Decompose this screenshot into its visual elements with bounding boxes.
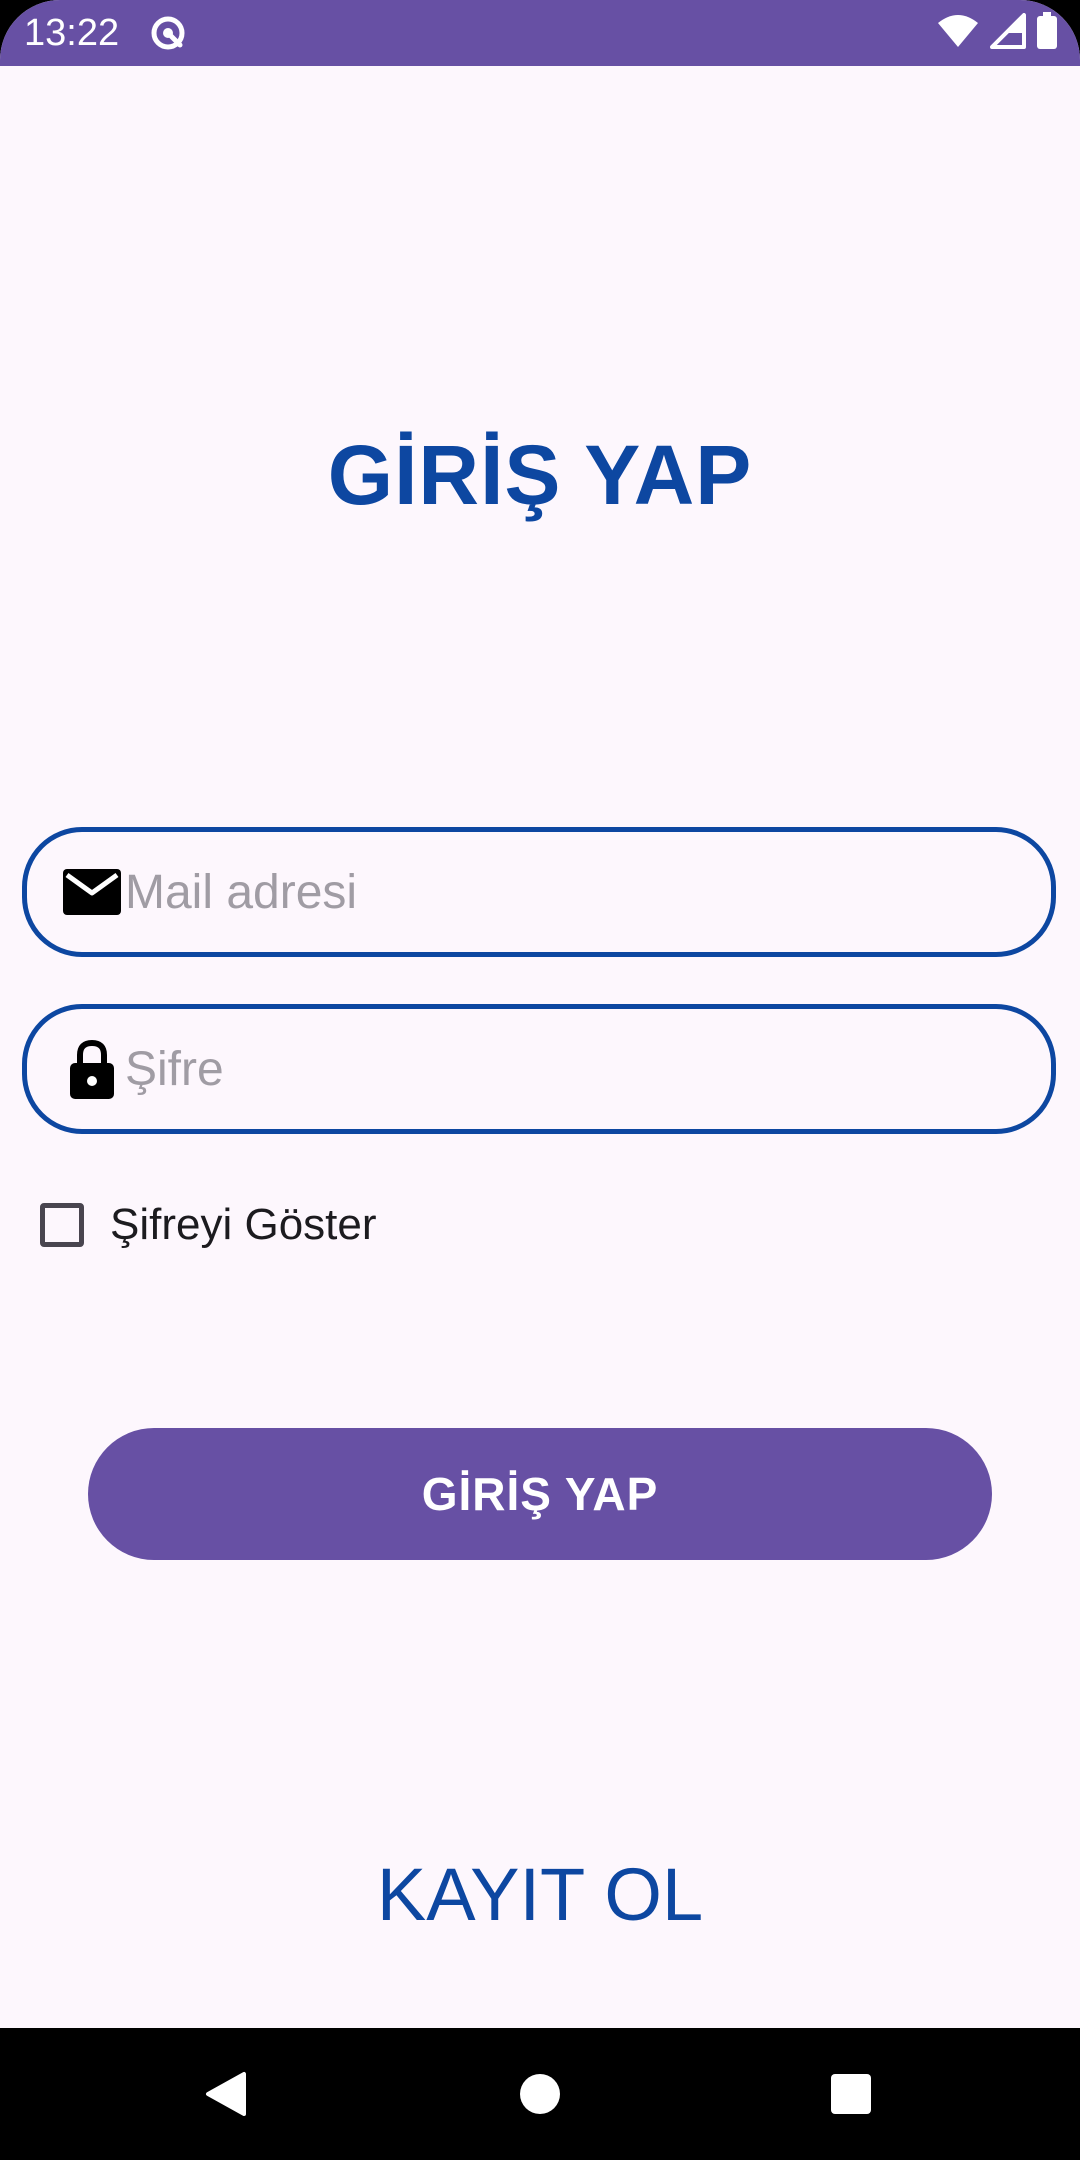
status-bar: 13:22 <box>0 0 1080 66</box>
signal-icon <box>990 12 1026 54</box>
lock-icon <box>63 1039 121 1099</box>
show-password-checkbox[interactable]: Şifreyi Göster <box>40 1195 377 1255</box>
battery-icon <box>1036 11 1058 55</box>
page-title: GİRİŞ YAP <box>327 428 753 522</box>
status-icons <box>936 11 1058 55</box>
recents-icon[interactable] <box>791 2028 911 2160</box>
email-input[interactable] <box>121 832 1021 952</box>
wifi-icon <box>936 13 980 54</box>
mail-icon <box>63 863 121 921</box>
email-field[interactable] <box>22 827 1056 957</box>
checkbox-box[interactable] <box>40 1203 84 1247</box>
show-password-label: Şifreyi Göster <box>110 1200 377 1249</box>
status-time: 13:22 <box>24 12 120 54</box>
password-field[interactable] <box>22 1004 1056 1134</box>
navigation-bar <box>0 2028 1080 2160</box>
login-screen: 13:22 GİRİŞ YAP Mail adresi Şifreyi Göst… <box>0 0 1080 2160</box>
back-icon[interactable] <box>166 2028 286 2160</box>
password-input[interactable] <box>121 1009 1021 1129</box>
sync-circle-icon <box>150 15 186 51</box>
register-link[interactable]: KAYIT OL <box>0 1850 1080 1940</box>
home-icon[interactable] <box>480 2028 600 2160</box>
login-button[interactable]: GİRİŞ YAP <box>88 1428 992 1560</box>
